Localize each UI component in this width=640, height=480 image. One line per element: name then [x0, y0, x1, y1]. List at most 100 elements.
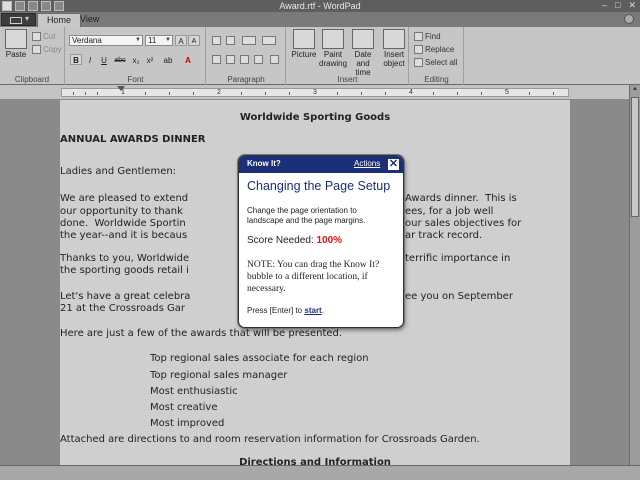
align-center-icon[interactable]: [226, 55, 235, 64]
greeting: Ladies and Gentlemen:: [60, 166, 177, 177]
scroll-up-arrow-icon[interactable]: ▲: [631, 86, 639, 94]
indent-marker[interactable]: [117, 86, 125, 91]
paint-drawing-button[interactable]: Paint drawing: [319, 29, 347, 68]
find-button[interactable]: Find: [414, 32, 441, 41]
scrollbar-thumb[interactable]: [631, 97, 639, 217]
menu-icon: [10, 17, 22, 24]
object-icon: [383, 29, 405, 49]
list-item: Top regional sales associate for each re…: [150, 353, 369, 364]
ruler-number: 4: [409, 89, 413, 96]
ruler-tick: [169, 92, 170, 95]
paste-label: Paste: [5, 50, 27, 59]
align-left-icon[interactable]: [212, 55, 221, 64]
cut-button[interactable]: Cut: [32, 32, 55, 41]
ruler-track: 1 2 3 4 5: [61, 88, 569, 97]
section-heading: Directions and Information: [239, 457, 391, 465]
increase-indent-icon[interactable]: [226, 36, 235, 45]
font-size-select[interactable]: 11 ▼: [145, 35, 173, 46]
start-link[interactable]: start: [304, 306, 321, 315]
bubble-heading: Changing the Page Setup: [247, 179, 391, 193]
paste-button[interactable]: Paste: [4, 29, 28, 59]
company-name: Worldwide Sporting Goods: [239, 112, 391, 123]
picture-label: Picture: [291, 50, 317, 59]
ruler-tick: [553, 92, 554, 95]
ruler-tick: [73, 92, 74, 95]
cut-label: Cut: [43, 32, 56, 41]
help-icon[interactable]: [624, 14, 634, 24]
date-time-label: Date and time: [354, 50, 372, 77]
ruler-number: 2: [217, 89, 221, 96]
strikethrough-button[interactable]: abc: [112, 54, 128, 65]
copy-icon: [32, 45, 41, 54]
know-it-bubble[interactable]: Know It? Actions ✕ Changing the Page Set…: [238, 155, 404, 328]
subscript-button[interactable]: x₂: [130, 54, 142, 65]
replace-button[interactable]: Replace: [414, 45, 454, 54]
replace-icon: [414, 45, 423, 54]
font-family-select[interactable]: Verdana ▼: [69, 35, 143, 46]
copy-button[interactable]: Copy: [32, 45, 62, 54]
replace-label: Replace: [425, 45, 455, 54]
ruler-tick: [145, 92, 146, 95]
ruler-number: 5: [505, 89, 509, 96]
maximize-button[interactable]: □: [615, 0, 620, 11]
ruler-tick: [337, 92, 338, 95]
ruler-tick: [385, 92, 386, 95]
close-button[interactable]: ✕: [628, 0, 636, 11]
calendar-icon: [352, 29, 374, 49]
score-value: 100%: [316, 235, 343, 246]
bubble-header[interactable]: Know It? Actions ✕: [239, 156, 403, 173]
bubble-note: NOTE: You can drag the Know It? bubble t…: [247, 260, 380, 294]
decrease-indent-icon[interactable]: [212, 36, 221, 45]
ruler-tick: [97, 92, 98, 95]
italic-button[interactable]: I: [84, 54, 96, 65]
vertical-scrollbar[interactable]: ▲: [629, 85, 640, 465]
actions-link[interactable]: Actions: [354, 159, 380, 168]
paragraph-group-label: Paragraph: [227, 75, 265, 84]
paint-icon: [322, 29, 344, 49]
bullets-icon[interactable]: [242, 36, 256, 45]
paragraph-line: Awards dinner. This is: [405, 193, 517, 204]
document-heading: ANNUAL AWARDS DINNER: [60, 134, 206, 145]
press-enter-text: Press [Enter] to start.: [247, 306, 324, 315]
ruler-tick: [241, 92, 242, 95]
paragraph-line: the sporting goods retail i: [60, 265, 189, 276]
bold-button[interactable]: B: [70, 54, 82, 65]
tab-view[interactable]: View: [71, 13, 108, 27]
ruler[interactable]: 1 2 3 4 5: [0, 85, 629, 100]
paragraph-settings-icon[interactable]: [270, 55, 279, 64]
align-right-icon[interactable]: [240, 55, 249, 64]
close-icon[interactable]: ✕: [387, 158, 400, 171]
date-time-button[interactable]: Date and time: [348, 29, 378, 77]
score-label: Score Needed:: [247, 235, 314, 246]
paragraph-line: the year--and it is becaus: [60, 230, 188, 241]
justify-icon[interactable]: [254, 55, 263, 64]
chevron-down-icon: ▼: [165, 37, 171, 43]
list-item: Most enthusiastic: [150, 386, 238, 397]
application-menu-button[interactable]: ▾: [1, 13, 36, 26]
line-spacing-icon[interactable]: [262, 36, 276, 45]
clipboard-group-label: Clipboard: [14, 75, 50, 84]
list-item: Most creative: [150, 402, 218, 413]
font-color-button[interactable]: A: [182, 54, 194, 65]
highlight-button[interactable]: ab: [160, 54, 176, 65]
picture-button[interactable]: Picture: [290, 29, 318, 59]
editing-group-label: Editing: [424, 75, 449, 84]
paragraph-line: 21 at the Crossroads Gar: [60, 303, 185, 314]
ruler-tick: [265, 92, 266, 95]
minimize-button[interactable]: –: [602, 0, 607, 11]
select-all-icon: [414, 58, 423, 67]
paragraph-line: terrific importance in: [405, 253, 511, 264]
bubble-description: Change the page orientation to: [247, 206, 357, 215]
grow-font-button[interactable]: A: [175, 35, 187, 46]
scissors-icon: [32, 32, 41, 41]
paste-icon: [5, 29, 27, 49]
paragraph-group: Paragraph: [207, 27, 286, 85]
superscript-button[interactable]: x²: [144, 54, 156, 65]
paint-drawing-label: Paint drawing: [319, 50, 348, 68]
ruler-tick: [289, 92, 290, 95]
insert-object-button[interactable]: Insert object: [380, 29, 408, 68]
select-all-button[interactable]: Select all: [414, 58, 457, 67]
press-suffix: .: [321, 306, 324, 315]
shrink-font-button[interactable]: A: [188, 35, 200, 46]
underline-button[interactable]: U: [98, 54, 110, 65]
